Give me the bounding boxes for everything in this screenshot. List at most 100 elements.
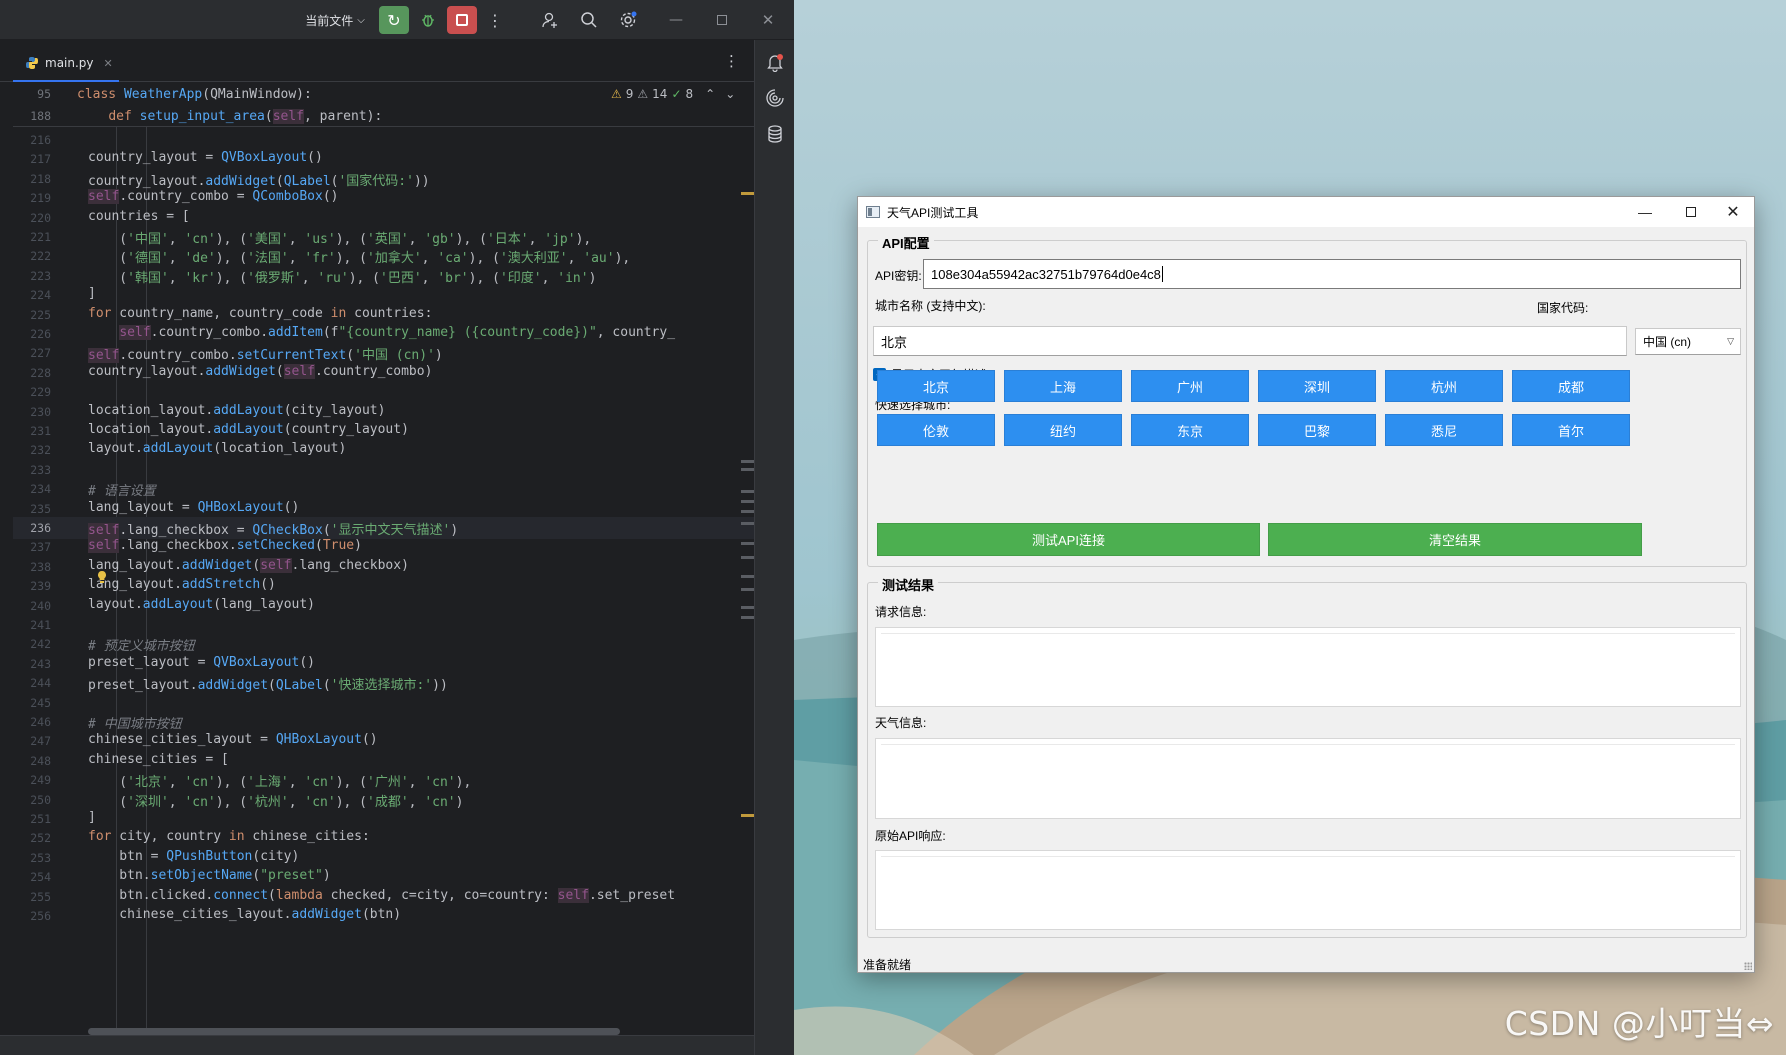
line-number: 243 <box>30 656 51 671</box>
stripe-mark[interactable] <box>741 542 754 545</box>
test-api-button[interactable]: 测试API连接 <box>877 523 1260 556</box>
rerun-button[interactable]: ↻ <box>379 6 409 34</box>
code-text: btn.setObjectName("preset") <box>88 868 331 884</box>
api-config-group: API配置 <box>867 233 1747 567</box>
close-icon: ✕ <box>761 11 775 29</box>
line-number: 224 <box>30 288 51 303</box>
code-editor[interactable]: 216 217 country_layout = QVBoxLayout() 218 c… <box>13 127 754 1030</box>
text-caret <box>1161 266 1163 282</box>
code-text: layout.addLayout(location_layout) <box>88 441 347 457</box>
weather-info-textarea[interactable] <box>875 738 1741 819</box>
close-tab-icon[interactable]: ✕ <box>104 57 113 70</box>
lightbulb-icon[interactable] <box>96 570 108 584</box>
settings-button[interactable] <box>614 6 642 34</box>
clear-results-button[interactable]: 清空结果 <box>1268 523 1642 556</box>
city-button[interactable]: 北京 <box>877 370 995 402</box>
city-name-input[interactable]: 北京 <box>873 326 1627 356</box>
stripe-mark[interactable] <box>741 556 754 559</box>
raw-response-textarea[interactable] <box>875 850 1741 930</box>
city-button[interactable]: 杭州 <box>1385 370 1503 402</box>
weak-warning-icon: ⚠ <box>637 87 649 101</box>
debug-button[interactable] <box>414 6 442 34</box>
stripe-mark[interactable] <box>741 500 754 503</box>
api-config-group-title: API配置 <box>878 233 934 252</box>
chevron-down-icon: ⌵ <box>357 14 365 26</box>
country-code-select[interactable]: 中国 (cn) ▽ <box>1635 328 1741 355</box>
city-button[interactable]: 深圳 <box>1258 370 1376 402</box>
stripe-mark[interactable] <box>741 460 754 463</box>
city-button-label: 伦敦 <box>922 423 949 439</box>
stripe-mark[interactable] <box>741 588 754 591</box>
run-config-selector[interactable]: 当前文件 ⌵ <box>300 6 370 34</box>
error-stripe[interactable] <box>741 170 755 970</box>
line-number: 244 <box>30 676 51 691</box>
run-config-label: 当前文件 <box>305 13 354 28</box>
more-actions-button[interactable]: ⋮ <box>484 6 506 34</box>
city-button-label: 深圳 <box>1303 379 1330 395</box>
city-button[interactable]: 上海 <box>1004 370 1122 402</box>
stripe-mark[interactable] <box>741 616 754 619</box>
stripe-mark[interactable] <box>741 468 754 471</box>
city-button[interactable]: 广州 <box>1131 370 1249 402</box>
resize-grip-icon[interactable] <box>1744 962 1752 970</box>
stripe-mark[interactable] <box>741 510 754 513</box>
ide-maximize-button[interactable] <box>708 6 736 34</box>
horizontal-scrollbar[interactable] <box>88 1028 620 1035</box>
city-button-label: 杭州 <box>1430 379 1457 395</box>
ide-close-button[interactable]: ✕ <box>754 6 782 34</box>
city-button[interactable]: 悉尼 <box>1385 414 1503 446</box>
ide-minimize-button[interactable]: — <box>662 6 690 34</box>
stripe-mark[interactable] <box>741 522 754 525</box>
code-text: btn = QPushButton(city) <box>88 848 300 864</box>
city-button[interactable]: 巴黎 <box>1258 414 1376 446</box>
city-button-label: 首尔 <box>1557 423 1584 439</box>
stop-button[interactable] <box>447 6 477 34</box>
watermark-text: CSDN @小叮当⇔ <box>1504 1004 1774 1043</box>
notifications-icon[interactable] <box>765 52 785 72</box>
city-button-label: 北京 <box>922 379 949 395</box>
add-user-button[interactable] <box>536 6 564 34</box>
stripe-mark[interactable] <box>741 575 754 578</box>
city-button-label: 巴黎 <box>1303 423 1330 439</box>
tab-options-button[interactable]: ⋮ <box>724 52 739 70</box>
city-button[interactable]: 东京 <box>1131 414 1249 446</box>
api-key-input[interactable]: 108e304a55942ac32751b79764d0e4c8 <box>923 259 1741 289</box>
code-text: chinese_cities_layout.addWidget(btn) <box>88 907 402 922</box>
city-button[interactable]: 成都 <box>1512 370 1630 402</box>
inspections-widget[interactable]: ⚠ 9 ⚠ 14 ✓ 8 ⌃ ⌄ <box>611 83 735 105</box>
chevron-up-icon[interactable]: ⌃ <box>705 87 715 101</box>
city-button[interactable]: 纽约 <box>1004 414 1122 446</box>
dialog-minimize-button[interactable]: — <box>1622 197 1668 227</box>
database-icon[interactable] <box>765 124 785 144</box>
stripe-mark[interactable] <box>741 814 754 817</box>
stripe-mark[interactable] <box>741 606 754 609</box>
line-number: 220 <box>30 210 51 225</box>
search-button[interactable] <box>575 6 603 34</box>
request-info-textarea[interactable] <box>875 627 1741 707</box>
dialog-titlebar[interactable]: 天气API测试工具 — ✕ <box>858 197 1754 227</box>
sticky-line[interactable]: 188 def setup_input_area(self, parent): <box>13 105 754 127</box>
city-name-label: 城市名称 (支持中文): <box>875 299 986 313</box>
code-line[interactable]: 256 chinese_cities_layout.addWidget(btn) <box>13 905 754 927</box>
city-button[interactable]: 首尔 <box>1512 414 1630 446</box>
stripe-mark[interactable] <box>741 490 754 493</box>
line-number: 223 <box>30 268 51 283</box>
dialog-close-button[interactable]: ✕ <box>1710 197 1756 227</box>
stripe-mark[interactable] <box>741 192 754 195</box>
chevron-down-icon[interactable]: ⌄ <box>725 87 735 101</box>
code-text: ('深圳', 'cn'), ('杭州', 'cn'), ('成都', 'cn') <box>88 794 464 810</box>
line-number: 232 <box>30 443 51 458</box>
dialog-maximize-button[interactable] <box>1668 197 1714 227</box>
line-number: 242 <box>30 637 51 652</box>
code-text: self.lang_checkbox.setChecked(True) <box>88 538 362 554</box>
ai-assistant-icon[interactable] <box>765 88 785 108</box>
line-number: 230 <box>30 404 51 419</box>
code-text: lang_layout = QHBoxLayout() <box>88 499 300 515</box>
tab-main-py[interactable]: main.py ✕ <box>13 46 119 82</box>
stop-icon <box>456 14 468 26</box>
line-number: 226 <box>30 327 51 341</box>
city-button-label: 纽约 <box>1049 423 1076 439</box>
code-text: location_layout.addLayout(country_layout… <box>88 422 409 437</box>
city-button[interactable]: 伦敦 <box>877 414 995 446</box>
city-button-label: 东京 <box>1176 423 1203 439</box>
